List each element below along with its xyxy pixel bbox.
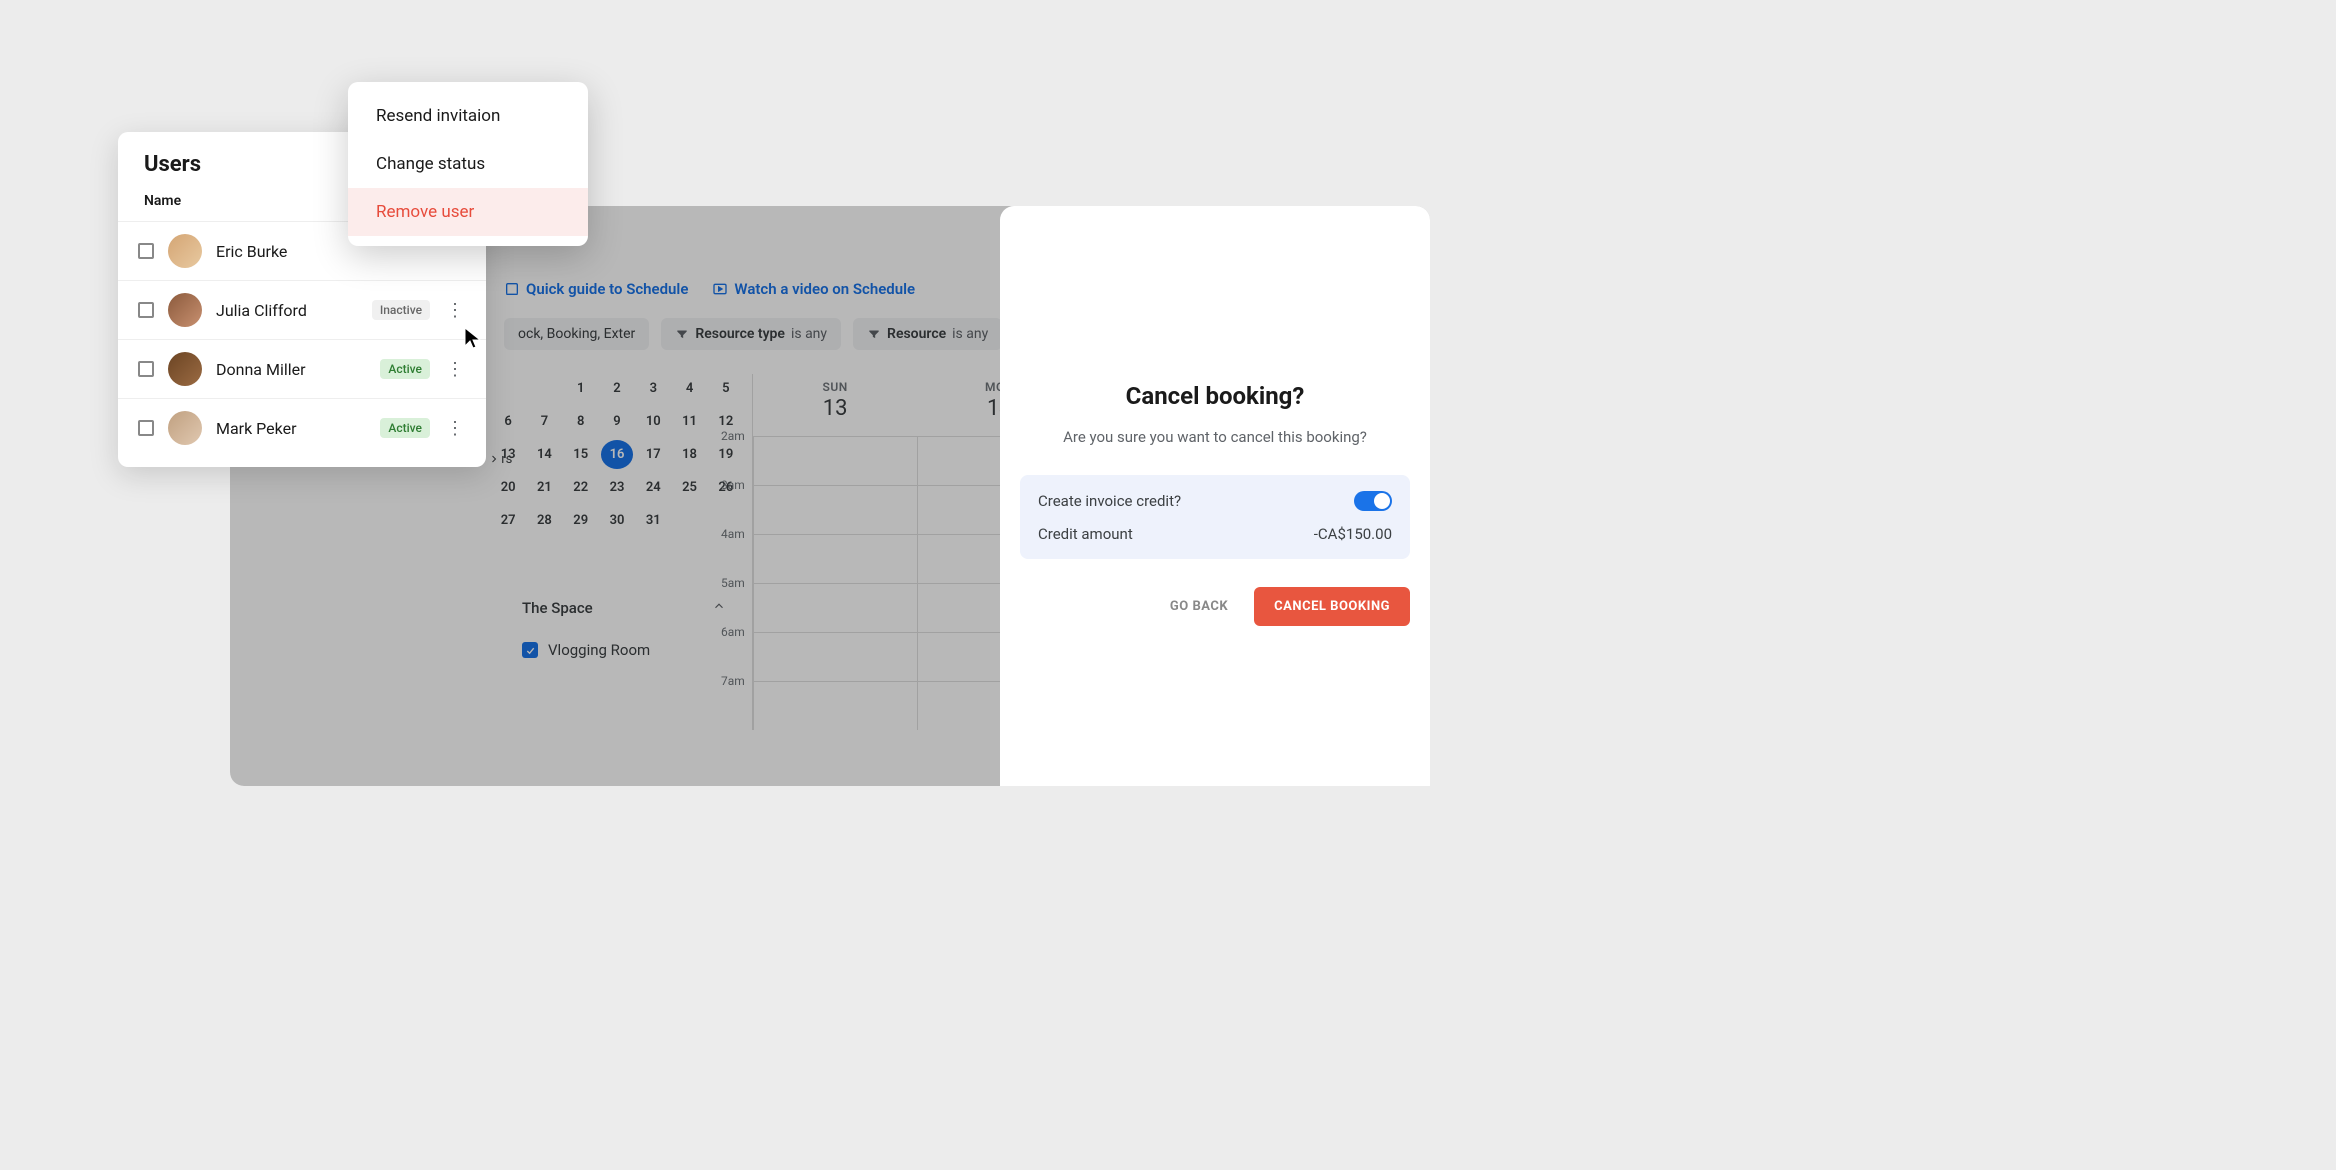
avatar (168, 411, 202, 445)
checkbox[interactable] (138, 243, 154, 259)
user-row[interactable]: Donna Miller Active ⋮ (118, 339, 486, 398)
credit-box: Create invoice credit? Credit amount -CA… (1020, 475, 1410, 559)
user-name: Mark Peker (216, 419, 366, 438)
checkbox[interactable] (138, 302, 154, 318)
go-back-button[interactable]: GO BACK (1152, 587, 1246, 626)
cancel-booking-modal: Cancel booking? Are you sure you want to… (1000, 206, 1430, 786)
user-row[interactable]: Julia Clifford Inactive ⋮ (118, 280, 486, 339)
cursor-icon (463, 326, 483, 354)
invoice-credit-toggle[interactable] (1354, 491, 1392, 511)
status-badge: Inactive (372, 300, 430, 320)
more-icon[interactable]: ⋮ (444, 300, 466, 321)
credit-amount-label: Credit amount (1038, 525, 1133, 543)
avatar (168, 293, 202, 327)
user-row[interactable]: Mark Peker Active ⋮ (118, 398, 486, 457)
cancel-booking-button[interactable]: CANCEL BOOKING (1254, 587, 1410, 626)
user-name: Donna Miller (216, 360, 366, 379)
status-badge: Active (380, 359, 430, 379)
more-icon[interactable]: ⋮ (444, 418, 466, 439)
checkbox[interactable] (138, 361, 154, 377)
credit-amount-value: -CA$150.00 (1314, 525, 1392, 543)
avatar (168, 234, 202, 268)
menu-resend-invitation[interactable]: Resend invitaion (348, 92, 588, 140)
credit-question-label: Create invoice credit? (1038, 492, 1181, 510)
menu-change-status[interactable]: Change status (348, 140, 588, 188)
modal-title: Cancel booking? (1020, 382, 1410, 410)
status-badge: Active (380, 418, 430, 438)
avatar (168, 352, 202, 386)
modal-description: Are you sure you want to cancel this boo… (1020, 426, 1410, 449)
more-icon[interactable]: ⋮ (444, 359, 466, 380)
menu-remove-user[interactable]: Remove user (348, 188, 588, 236)
user-context-menu: Resend invitaion Change status Remove us… (348, 82, 588, 246)
user-name: Julia Clifford (216, 301, 358, 320)
checkbox[interactable] (138, 420, 154, 436)
